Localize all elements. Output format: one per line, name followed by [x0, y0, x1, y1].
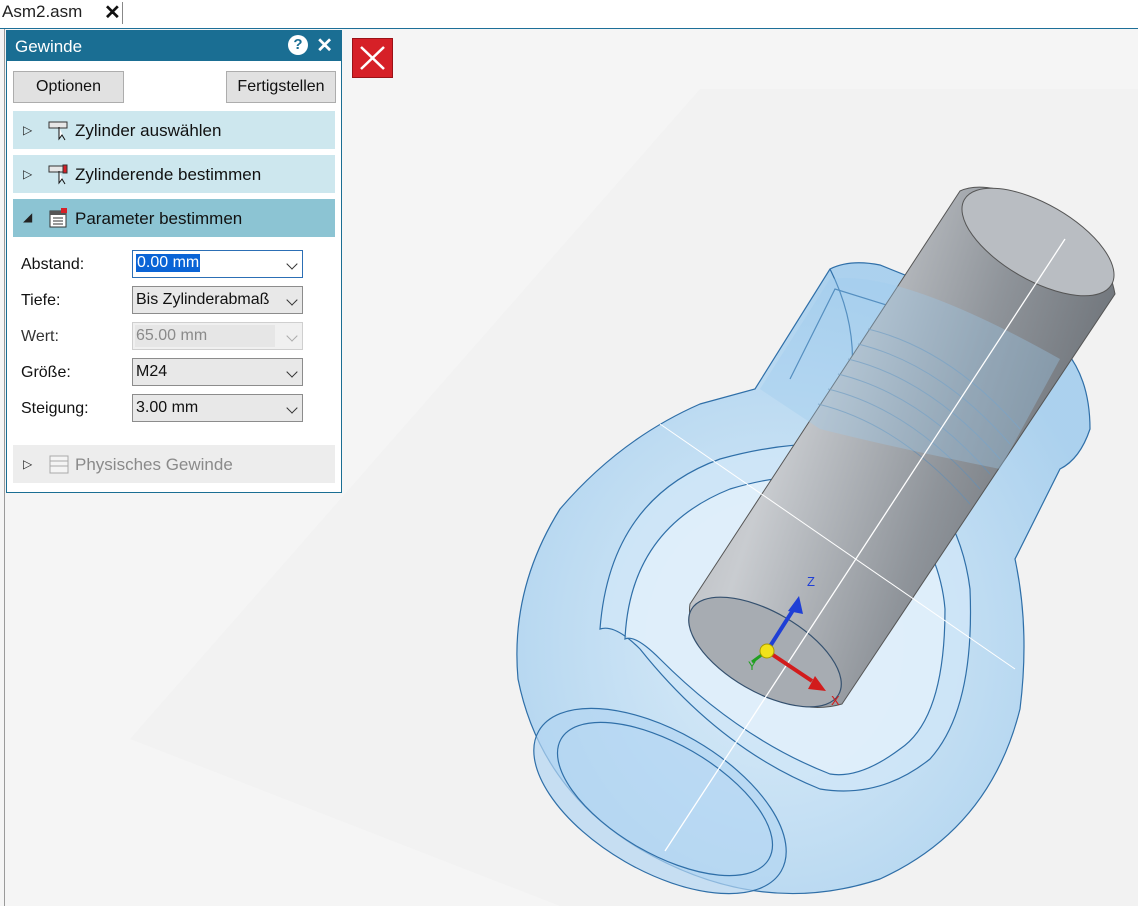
triad-y-label: Y [748, 659, 756, 673]
groesse-select[interactable]: M24 [132, 358, 303, 386]
step-parameters[interactable]: ◢ Parameter bestimmen [13, 199, 335, 237]
steigung-value: 3.00 mm [136, 399, 199, 416]
document-tab-label[interactable]: Asm2.asm [2, 2, 82, 22]
tiefe-select[interactable]: Bis Zylinderabmaß [132, 286, 303, 314]
abstand-value: 0.00 mm [136, 254, 201, 272]
collapse-arrow-icon: ◢ [23, 210, 33, 224]
panel-title: Gewinde [15, 37, 83, 56]
chevron-down-icon[interactable] [286, 258, 298, 270]
abstand-input[interactable]: 0.00 mm [132, 250, 303, 278]
steigung-label: Steigung: [21, 400, 89, 417]
tiefe-value: Bis Zylinderabmaß [136, 291, 270, 308]
close-tab-icon[interactable]: ✕ [104, 0, 121, 25]
help-icon[interactable]: ? [288, 35, 308, 55]
step-cylinder-end[interactable]: ▷ Zylinderende bestimmen [13, 155, 335, 193]
tab-separator [122, 2, 123, 24]
chevron-down-icon[interactable] [286, 366, 298, 378]
expand-arrow-icon: ▷ [23, 167, 33, 181]
chevron-down-icon [286, 330, 298, 342]
step-label: Zylinderende bestimmen [75, 165, 262, 184]
groesse-value: M24 [136, 363, 168, 380]
cancel-command-button[interactable] [352, 38, 393, 78]
wert-input: 65.00 mm [132, 322, 303, 350]
close-icon[interactable]: ✕ [316, 33, 333, 58]
wert-label: Wert: [21, 328, 59, 345]
triad-x-label: X [831, 693, 840, 708]
thread-command-panel: Gewinde ? ✕ Optionen Fertigstellen ▷ Zyl… [6, 30, 342, 493]
options-button[interactable]: Optionen [13, 71, 124, 103]
wert-value: 65.00 mm [136, 327, 208, 344]
step-select-cylinder[interactable]: ▷ Zylinder auswählen [13, 111, 335, 149]
step-label: Physisches Gewinde [75, 455, 233, 474]
cancel-x-icon [360, 46, 385, 70]
expand-arrow-icon: ▷ [23, 457, 33, 471]
panel-title-bar: Gewinde ? ✕ [7, 31, 341, 61]
steigung-select[interactable]: 3.00 mm [132, 394, 303, 422]
select-cylinder-icon [48, 121, 68, 141]
finish-button[interactable]: Fertigstellen [226, 71, 336, 103]
tiefe-label: Tiefe: [21, 292, 61, 309]
document-tab-bar: Asm2.asm ✕ [0, 0, 1138, 29]
chevron-down-icon[interactable] [286, 402, 298, 414]
abstand-label: Abstand: [21, 256, 85, 273]
physical-thread-icon [49, 455, 69, 474]
expand-arrow-icon: ▷ [23, 123, 33, 137]
triad-z-label: Z [807, 574, 815, 589]
chevron-down-icon[interactable] [286, 294, 298, 306]
cylinder-end-icon [48, 164, 68, 185]
groesse-label: Größe: [21, 364, 71, 381]
step-physical-thread: ▷ Physisches Gewinde [13, 445, 335, 483]
parameters-icon [49, 208, 67, 228]
step-label: Parameter bestimmen [75, 209, 243, 228]
step-label: Zylinder auswählen [75, 121, 222, 140]
